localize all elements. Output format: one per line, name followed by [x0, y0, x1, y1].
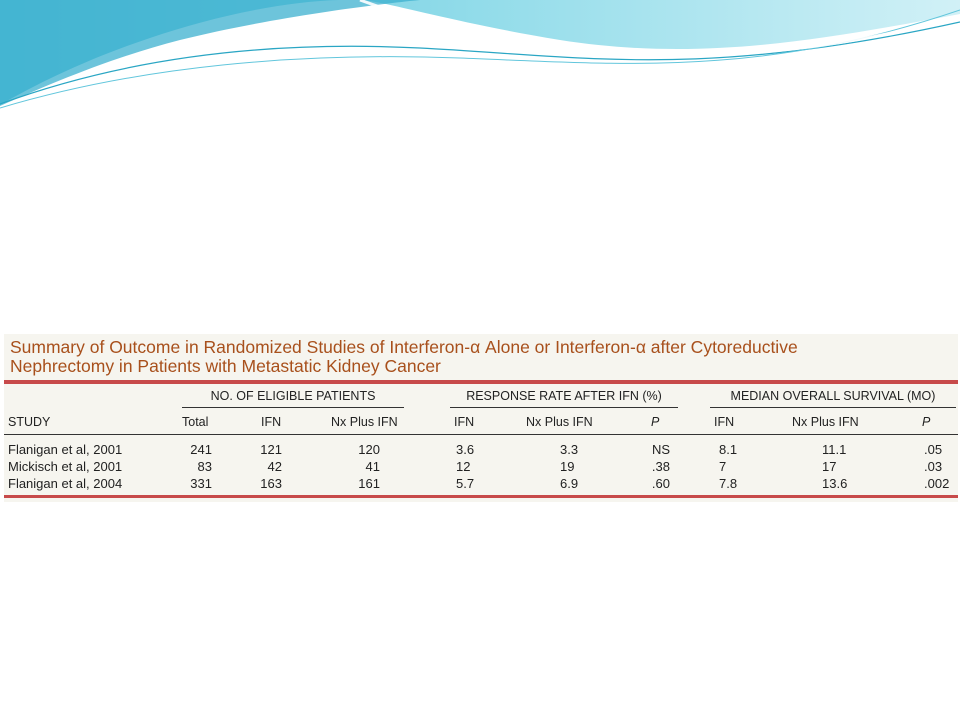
column-header-ifn: IFN	[714, 415, 735, 429]
outcome-table-image: Summary of Outcome in Randomized Studies…	[4, 334, 958, 502]
nx-ifn-survival-cell: 17	[822, 459, 837, 474]
group-header-survival: MEDIAN OVERALL SURVIVAL (MO)	[730, 389, 936, 403]
ifn-survival-cell: 7	[719, 459, 727, 474]
group-underline-eligible	[182, 407, 404, 408]
nx-ifn-patients-cell: 161	[358, 476, 380, 491]
nx-ifn-survival-cell: 11.1	[822, 442, 847, 457]
survival-p-cell: .03	[924, 459, 943, 474]
response-p-cell: NS	[651, 442, 670, 457]
header-wave-decoration	[0, 0, 960, 109]
total-cell: 331	[190, 476, 212, 491]
nx-ifn-response-cell: 6.9	[560, 476, 579, 491]
survival-p-cell: .05	[924, 442, 943, 457]
ifn-patients-cell: 121	[260, 442, 282, 457]
nx-ifn-survival-cell: 13.6	[822, 476, 848, 491]
table-caption: Summary of Outcome in Randomized Studies…	[10, 338, 950, 376]
ifn-response-cell: 12	[456, 459, 471, 474]
study-name-cell: Flanigan et al, 2004	[8, 476, 123, 491]
total-cell: 241	[190, 442, 212, 457]
ifn-patients-cell: 42	[267, 459, 282, 474]
column-header-nx-plus-ifn: Nx Plus IFN	[331, 415, 398, 429]
table-top-rule	[4, 380, 958, 384]
nx-ifn-patients-cell: 41	[365, 459, 380, 474]
column-header-nx-plus-ifn: Nx Plus IFN	[792, 415, 859, 429]
nx-ifn-response-cell: 19	[560, 459, 575, 474]
group-header-eligible: NO. OF ELIGIBLE PATIENTS	[210, 389, 376, 403]
column-header-p: P	[651, 415, 660, 429]
column-header-nx-plus-ifn: Nx Plus IFN	[526, 415, 593, 429]
table-caption-line-2: Nephrectomy in Patients with Metastatic …	[10, 356, 441, 376]
group-underline-response	[450, 407, 678, 408]
nx-ifn-patients-cell: 120	[358, 442, 380, 457]
ifn-survival-cell: 8.1	[719, 442, 738, 457]
column-header-ifn: IFN	[454, 415, 475, 429]
study-name-cell: Flanigan et al, 2001	[8, 442, 123, 457]
study-name-cell: Mickisch et al, 2001	[8, 459, 123, 474]
ifn-survival-cell: 7.8	[719, 476, 738, 491]
group-header-response: RESPONSE RATE AFTER IFN (%)	[466, 389, 662, 403]
column-header-ifn: IFN	[261, 415, 282, 429]
column-header-p: P	[922, 415, 931, 429]
ifn-patients-cell: 163	[260, 476, 282, 491]
column-header-study: STUDY	[8, 415, 51, 429]
group-underline-survival	[710, 407, 956, 408]
response-p-cell: .38	[651, 459, 670, 474]
column-header-total: Total	[182, 415, 209, 429]
ifn-response-cell: 5.7	[456, 476, 475, 491]
survival-p-cell: .002	[924, 476, 950, 491]
ifn-response-cell: 3.6	[456, 442, 475, 457]
table-bottom-rule	[4, 495, 958, 498]
total-cell: 83	[197, 459, 212, 474]
nx-ifn-response-cell: 3.3	[560, 442, 579, 457]
response-p-cell: .60	[651, 476, 670, 491]
header-rule	[4, 434, 958, 435]
table-caption-line-1: Summary of Outcome in Randomized Studies…	[10, 337, 798, 357]
